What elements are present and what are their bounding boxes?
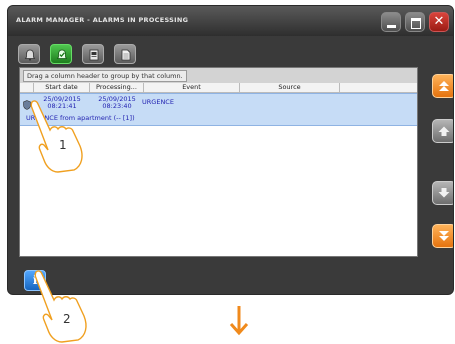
scroll-bottom-button[interactable] xyxy=(432,224,453,248)
column-header-start-date[interactable]: Start date xyxy=(34,83,90,92)
scroll-up-button[interactable] xyxy=(432,119,453,143)
column-header-icon xyxy=(20,83,34,92)
scroll-down-button[interactable] xyxy=(432,181,453,205)
group-by-hint: Drag a column header to group by that co… xyxy=(23,70,187,82)
scroll-bottom-icon xyxy=(439,231,449,241)
alarms-button[interactable] xyxy=(18,44,40,64)
document-icon xyxy=(89,49,99,61)
pointing-hand-icon-1 xyxy=(30,100,83,173)
resize-grip-icon[interactable] xyxy=(448,289,454,295)
bell-icon xyxy=(24,49,36,61)
minimize-button[interactable] xyxy=(381,12,401,32)
minimize-icon xyxy=(387,25,396,28)
callout-number-1: 1 xyxy=(59,138,67,152)
maximize-button[interactable] xyxy=(405,12,425,32)
column-header-event[interactable]: Event xyxy=(144,83,240,92)
column-header-processing[interactable]: Processing... xyxy=(90,83,144,92)
bell-check-icon xyxy=(56,49,68,59)
scroll-down-icon xyxy=(438,188,450,198)
page-icon xyxy=(121,49,131,61)
history-button[interactable] xyxy=(114,44,136,64)
group-by-area[interactable]: Drag a column header to group by that co… xyxy=(20,68,417,83)
maximize-icon xyxy=(411,18,421,29)
pointing-hand-icon-2 xyxy=(34,270,87,343)
title-bar: ALARM MANAGER - ALARMS IN PROCESSING ✕ xyxy=(8,6,453,36)
callout-number-2: 2 xyxy=(63,312,71,326)
close-button[interactable]: ✕ xyxy=(429,12,449,32)
scroll-top-button[interactable] xyxy=(432,74,453,98)
event-cell: URGENCE xyxy=(142,98,174,106)
scroll-up-icon xyxy=(438,126,450,136)
scroll-top-icon xyxy=(439,81,449,91)
arrow-down-icon xyxy=(229,306,249,336)
close-icon: ✕ xyxy=(433,14,445,29)
report-button[interactable] xyxy=(82,44,104,64)
alarms-in-processing-button[interactable] xyxy=(50,44,72,64)
column-header-row: Start date Processing... Event Source xyxy=(20,83,417,93)
window-title: ALARM MANAGER - ALARMS IN PROCESSING xyxy=(16,16,189,24)
column-header-source[interactable]: Source xyxy=(240,83,340,92)
